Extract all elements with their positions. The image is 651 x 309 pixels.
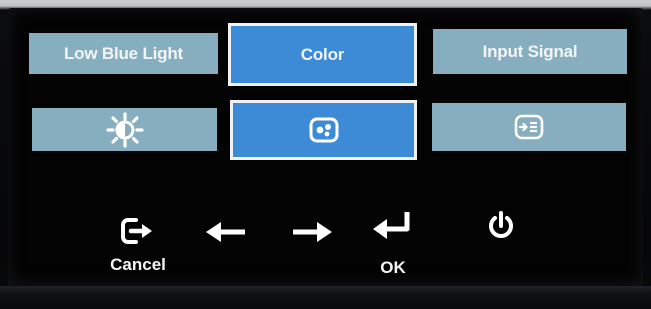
tab-label: Input Signal <box>482 41 578 61</box>
power-icon <box>485 210 517 247</box>
cancel-button[interactable]: Cancel <box>106 216 170 275</box>
tile-color[interactable] <box>230 100 417 160</box>
brightness-icon <box>105 111 145 148</box>
tab-low-blue-light[interactable]: Low Blue Light <box>29 33 218 74</box>
enter-icon <box>370 209 416 248</box>
tab-color[interactable]: Color <box>228 23 417 86</box>
arrow-left-icon <box>204 220 248 249</box>
ok-label: OK <box>380 258 406 277</box>
monitor-bezel <box>0 286 651 309</box>
power-button[interactable] <box>484 210 518 247</box>
tile-brightness[interactable] <box>32 108 217 151</box>
tab-label: Color <box>300 44 345 64</box>
tab-label: Low Blue Light <box>63 43 183 63</box>
tab-input-signal[interactable]: Input Signal <box>433 29 627 74</box>
exit-icon <box>119 216 157 251</box>
input-source-icon <box>514 114 544 140</box>
arrow-right-icon <box>290 220 334 249</box>
right-arrow-button[interactable] <box>290 220 334 249</box>
color-palette-icon <box>309 117 339 143</box>
cancel-label: Cancel <box>110 255 166 274</box>
left-arrow-button[interactable] <box>204 220 248 249</box>
tile-input-signal[interactable] <box>432 103 626 151</box>
ok-button[interactable]: OK <box>368 209 418 278</box>
